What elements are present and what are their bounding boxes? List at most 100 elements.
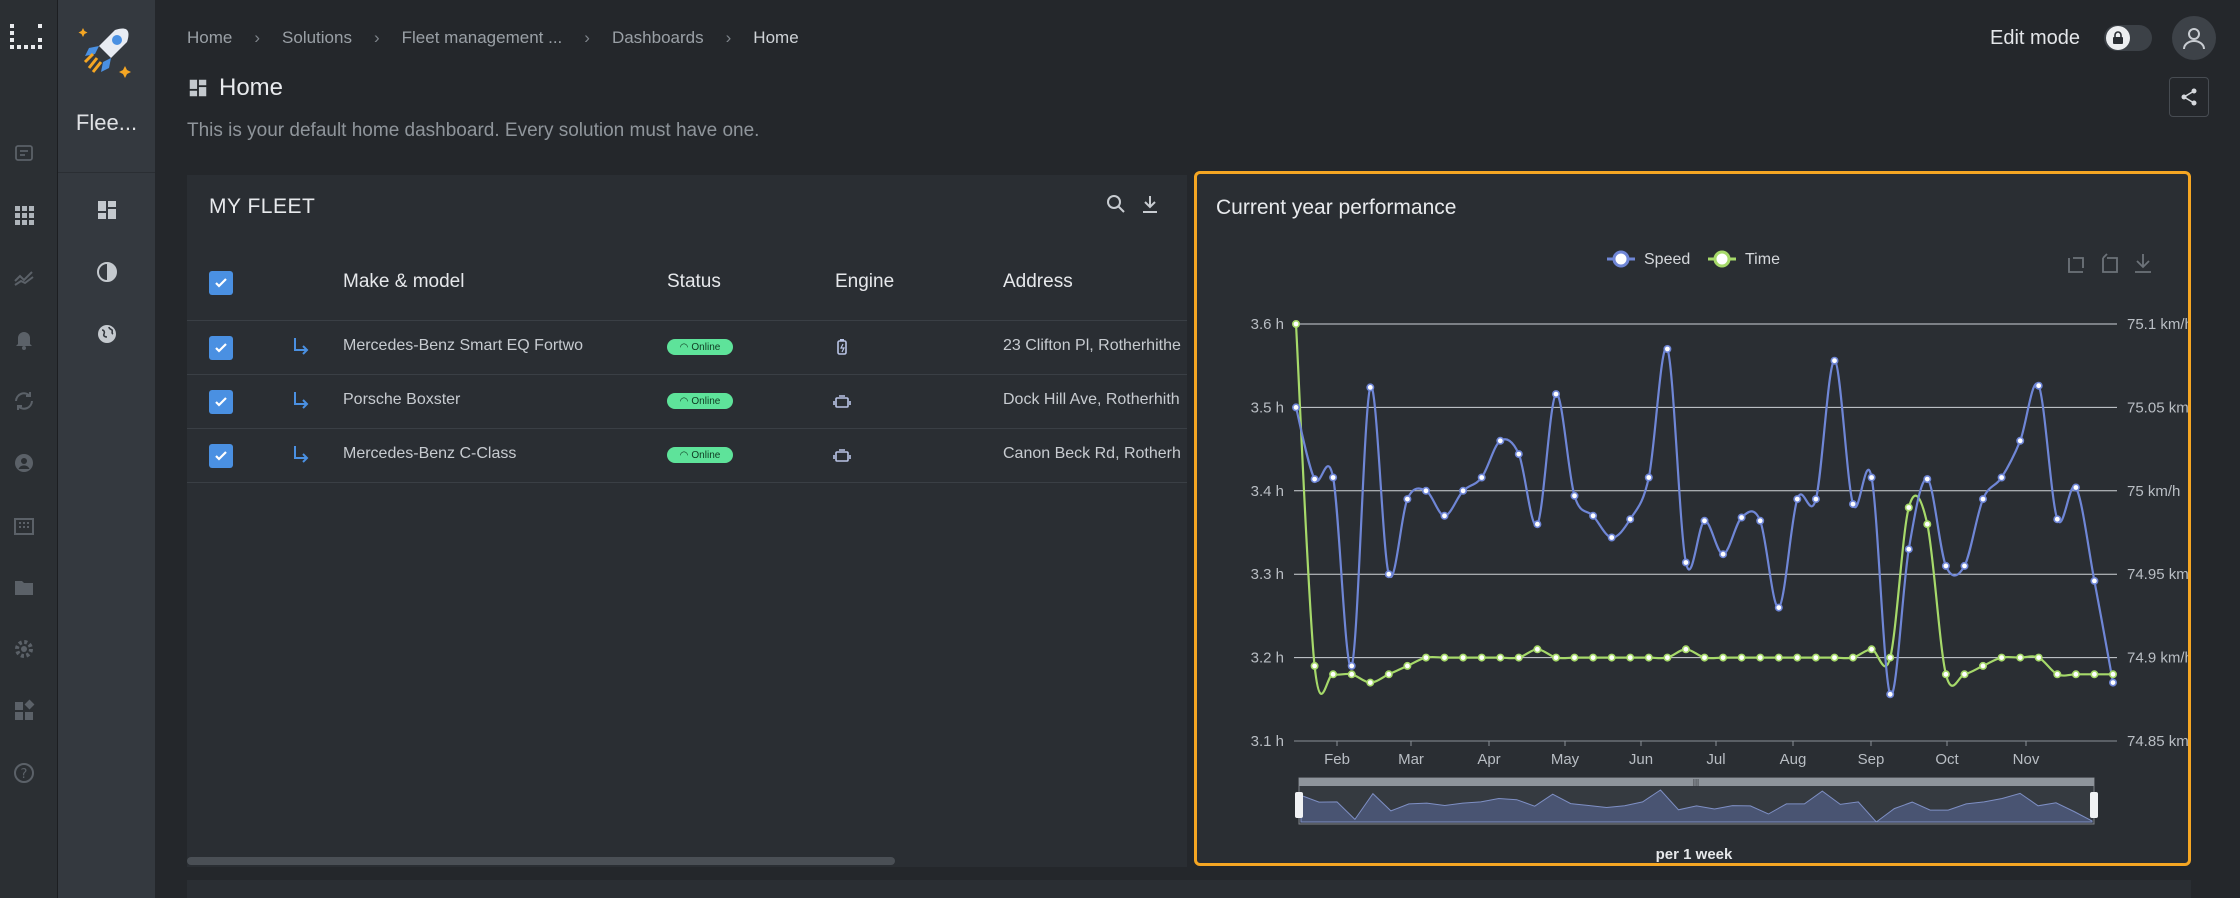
time-data-point[interactable] <box>1830 653 1839 662</box>
time-data-point[interactable] <box>1644 653 1653 662</box>
select-all-checkbox[interactable] <box>209 271 233 295</box>
cockpit-icon[interactable] <box>10 139 38 167</box>
contrast-icon[interactable] <box>92 257 122 287</box>
breadcrumb-fleet-management[interactable]: Fleet management ... <box>402 28 563 48</box>
search-icon[interactable] <box>1105 193 1127 215</box>
folder-icon[interactable] <box>10 573 38 601</box>
row-checkbox[interactable] <box>209 390 233 414</box>
time-data-point[interactable] <box>1292 320 1301 329</box>
time-data-point[interactable] <box>2053 670 2062 679</box>
download-icon[interactable] <box>1139 193 1161 215</box>
share-button[interactable] <box>2169 77 2209 117</box>
time-data-point[interactable] <box>1459 653 1468 662</box>
slider-handle-left[interactable] <box>1295 792 1303 818</box>
time-data-point[interactable] <box>1774 653 1783 662</box>
time-data-point[interactable] <box>1941 670 1950 679</box>
time-data-point[interactable] <box>1700 653 1709 662</box>
time-data-point[interactable] <box>1496 653 1505 662</box>
slider-handle-right[interactable] <box>2090 792 2098 818</box>
user-avatar-button[interactable] <box>2172 16 2216 60</box>
speed-data-point[interactable] <box>2034 381 2043 390</box>
speed-data-point[interactable] <box>1923 475 1932 484</box>
speed-data-point[interactable] <box>1644 473 1653 482</box>
speed-data-point[interactable] <box>1737 513 1746 522</box>
speed-data-point[interactable] <box>1830 356 1839 365</box>
speed-data-point[interactable] <box>2090 576 2099 585</box>
time-data-point[interactable] <box>1923 520 1932 529</box>
table-row[interactable]: Porsche Boxster ◠ Online Dock Hill Ave, R… <box>187 375 1187 429</box>
column-header-make-model[interactable]: Make & model <box>343 271 464 293</box>
speed-data-point[interactable] <box>1422 486 1431 495</box>
time-data-point[interactable] <box>1793 653 1802 662</box>
sync-icon[interactable] <box>10 387 38 415</box>
speed-data-point[interactable] <box>1700 516 1709 525</box>
speed-data-point[interactable] <box>2071 483 2080 492</box>
widgets-icon[interactable] <box>10 697 38 725</box>
bell-icon[interactable] <box>10 325 38 353</box>
speed-data-point[interactable] <box>1440 511 1449 520</box>
speed-data-point[interactable] <box>1626 515 1635 524</box>
time-data-point[interactable] <box>1904 503 1913 512</box>
speed-data-point[interactable] <box>1477 473 1486 482</box>
data-zoom-slider[interactable]: ||| <box>1295 777 2098 825</box>
time-data-point[interactable] <box>1607 653 1616 662</box>
time-data-point[interactable] <box>1570 653 1579 662</box>
speed-data-point[interactable] <box>1774 603 1783 612</box>
legend-item-time[interactable]: Time <box>1708 250 1780 268</box>
speed-data-point[interactable] <box>1514 450 1523 459</box>
speed-data-point[interactable] <box>1589 511 1598 520</box>
speed-data-point[interactable] <box>1496 436 1505 445</box>
time-data-point[interactable] <box>1626 653 1635 662</box>
time-data-point[interactable] <box>1310 661 1319 670</box>
time-data-point[interactable] <box>1533 645 1542 654</box>
table-row[interactable]: Mercedes-Benz C-Class ◠ Online Canon Beck… <box>187 429 1187 483</box>
row-checkbox[interactable] <box>209 444 233 468</box>
speed-data-point[interactable] <box>1719 550 1728 559</box>
analytics-icon[interactable] <box>10 263 38 291</box>
time-data-point[interactable] <box>1329 670 1338 679</box>
building-icon[interactable] <box>10 511 38 539</box>
apps-grid-icon[interactable] <box>10 201 38 229</box>
breadcrumb-home[interactable]: Home <box>187 28 232 48</box>
speed-data-point[interactable] <box>1570 491 1579 500</box>
speed-data-point[interactable] <box>1848 500 1857 509</box>
time-data-point[interactable] <box>1663 653 1672 662</box>
speed-data-point[interactable] <box>1329 473 1338 482</box>
breadcrumb-dashboards[interactable]: Dashboards <box>612 28 704 48</box>
time-data-point[interactable] <box>1811 653 1820 662</box>
speed-data-point[interactable] <box>1793 495 1802 504</box>
speed-data-point[interactable] <box>1533 520 1542 529</box>
speed-data-point[interactable] <box>1904 545 1913 554</box>
time-data-point[interactable] <box>1737 653 1746 662</box>
edit-mode-toggle[interactable] <box>2104 25 2152 51</box>
speed-data-point[interactable] <box>1551 390 1560 399</box>
column-header-engine[interactable]: Engine <box>835 271 894 293</box>
speed-data-point[interactable] <box>1384 570 1393 579</box>
speed-data-point[interactable] <box>1867 473 1876 482</box>
speed-data-point[interactable] <box>2108 678 2117 687</box>
column-header-status[interactable]: Status <box>667 271 721 293</box>
time-data-point[interactable] <box>1719 653 1728 662</box>
speed-data-point[interactable] <box>1607 533 1616 542</box>
column-header-address[interactable]: Address <box>1003 271 1073 293</box>
time-data-point[interactable] <box>1756 653 1765 662</box>
time-data-point[interactable] <box>1960 670 1969 679</box>
time-data-point[interactable] <box>1681 645 1690 654</box>
time-data-point[interactable] <box>2090 670 2099 679</box>
speed-data-point[interactable] <box>1347 661 1356 670</box>
speed-data-point[interactable] <box>2016 436 2025 445</box>
speed-data-point[interactable] <box>2053 515 2062 524</box>
time-data-point[interactable] <box>1589 653 1598 662</box>
speed-data-point[interactable] <box>1941 561 1950 570</box>
breadcrumb-solutions[interactable]: Solutions <box>282 28 352 48</box>
table-row[interactable]: Mercedes-Benz Smart EQ Fortwo ◠ Online 23… <box>187 321 1187 375</box>
time-data-point[interactable] <box>2016 653 2025 662</box>
user-circle-icon[interactable] <box>10 449 38 477</box>
time-data-point[interactable] <box>1848 653 1857 662</box>
scrollbar-thumb[interactable] <box>187 857 895 865</box>
speed-data-point[interactable] <box>1681 558 1690 567</box>
time-data-point[interactable] <box>1384 670 1393 679</box>
time-data-point[interactable] <box>1978 661 1987 670</box>
performance-line-chart[interactable]: Speed Time 3.6 h 75.1 km/h 3.5 h 75.05 km/h… <box>1197 174 2188 863</box>
speed-data-point[interactable] <box>1978 495 1987 504</box>
